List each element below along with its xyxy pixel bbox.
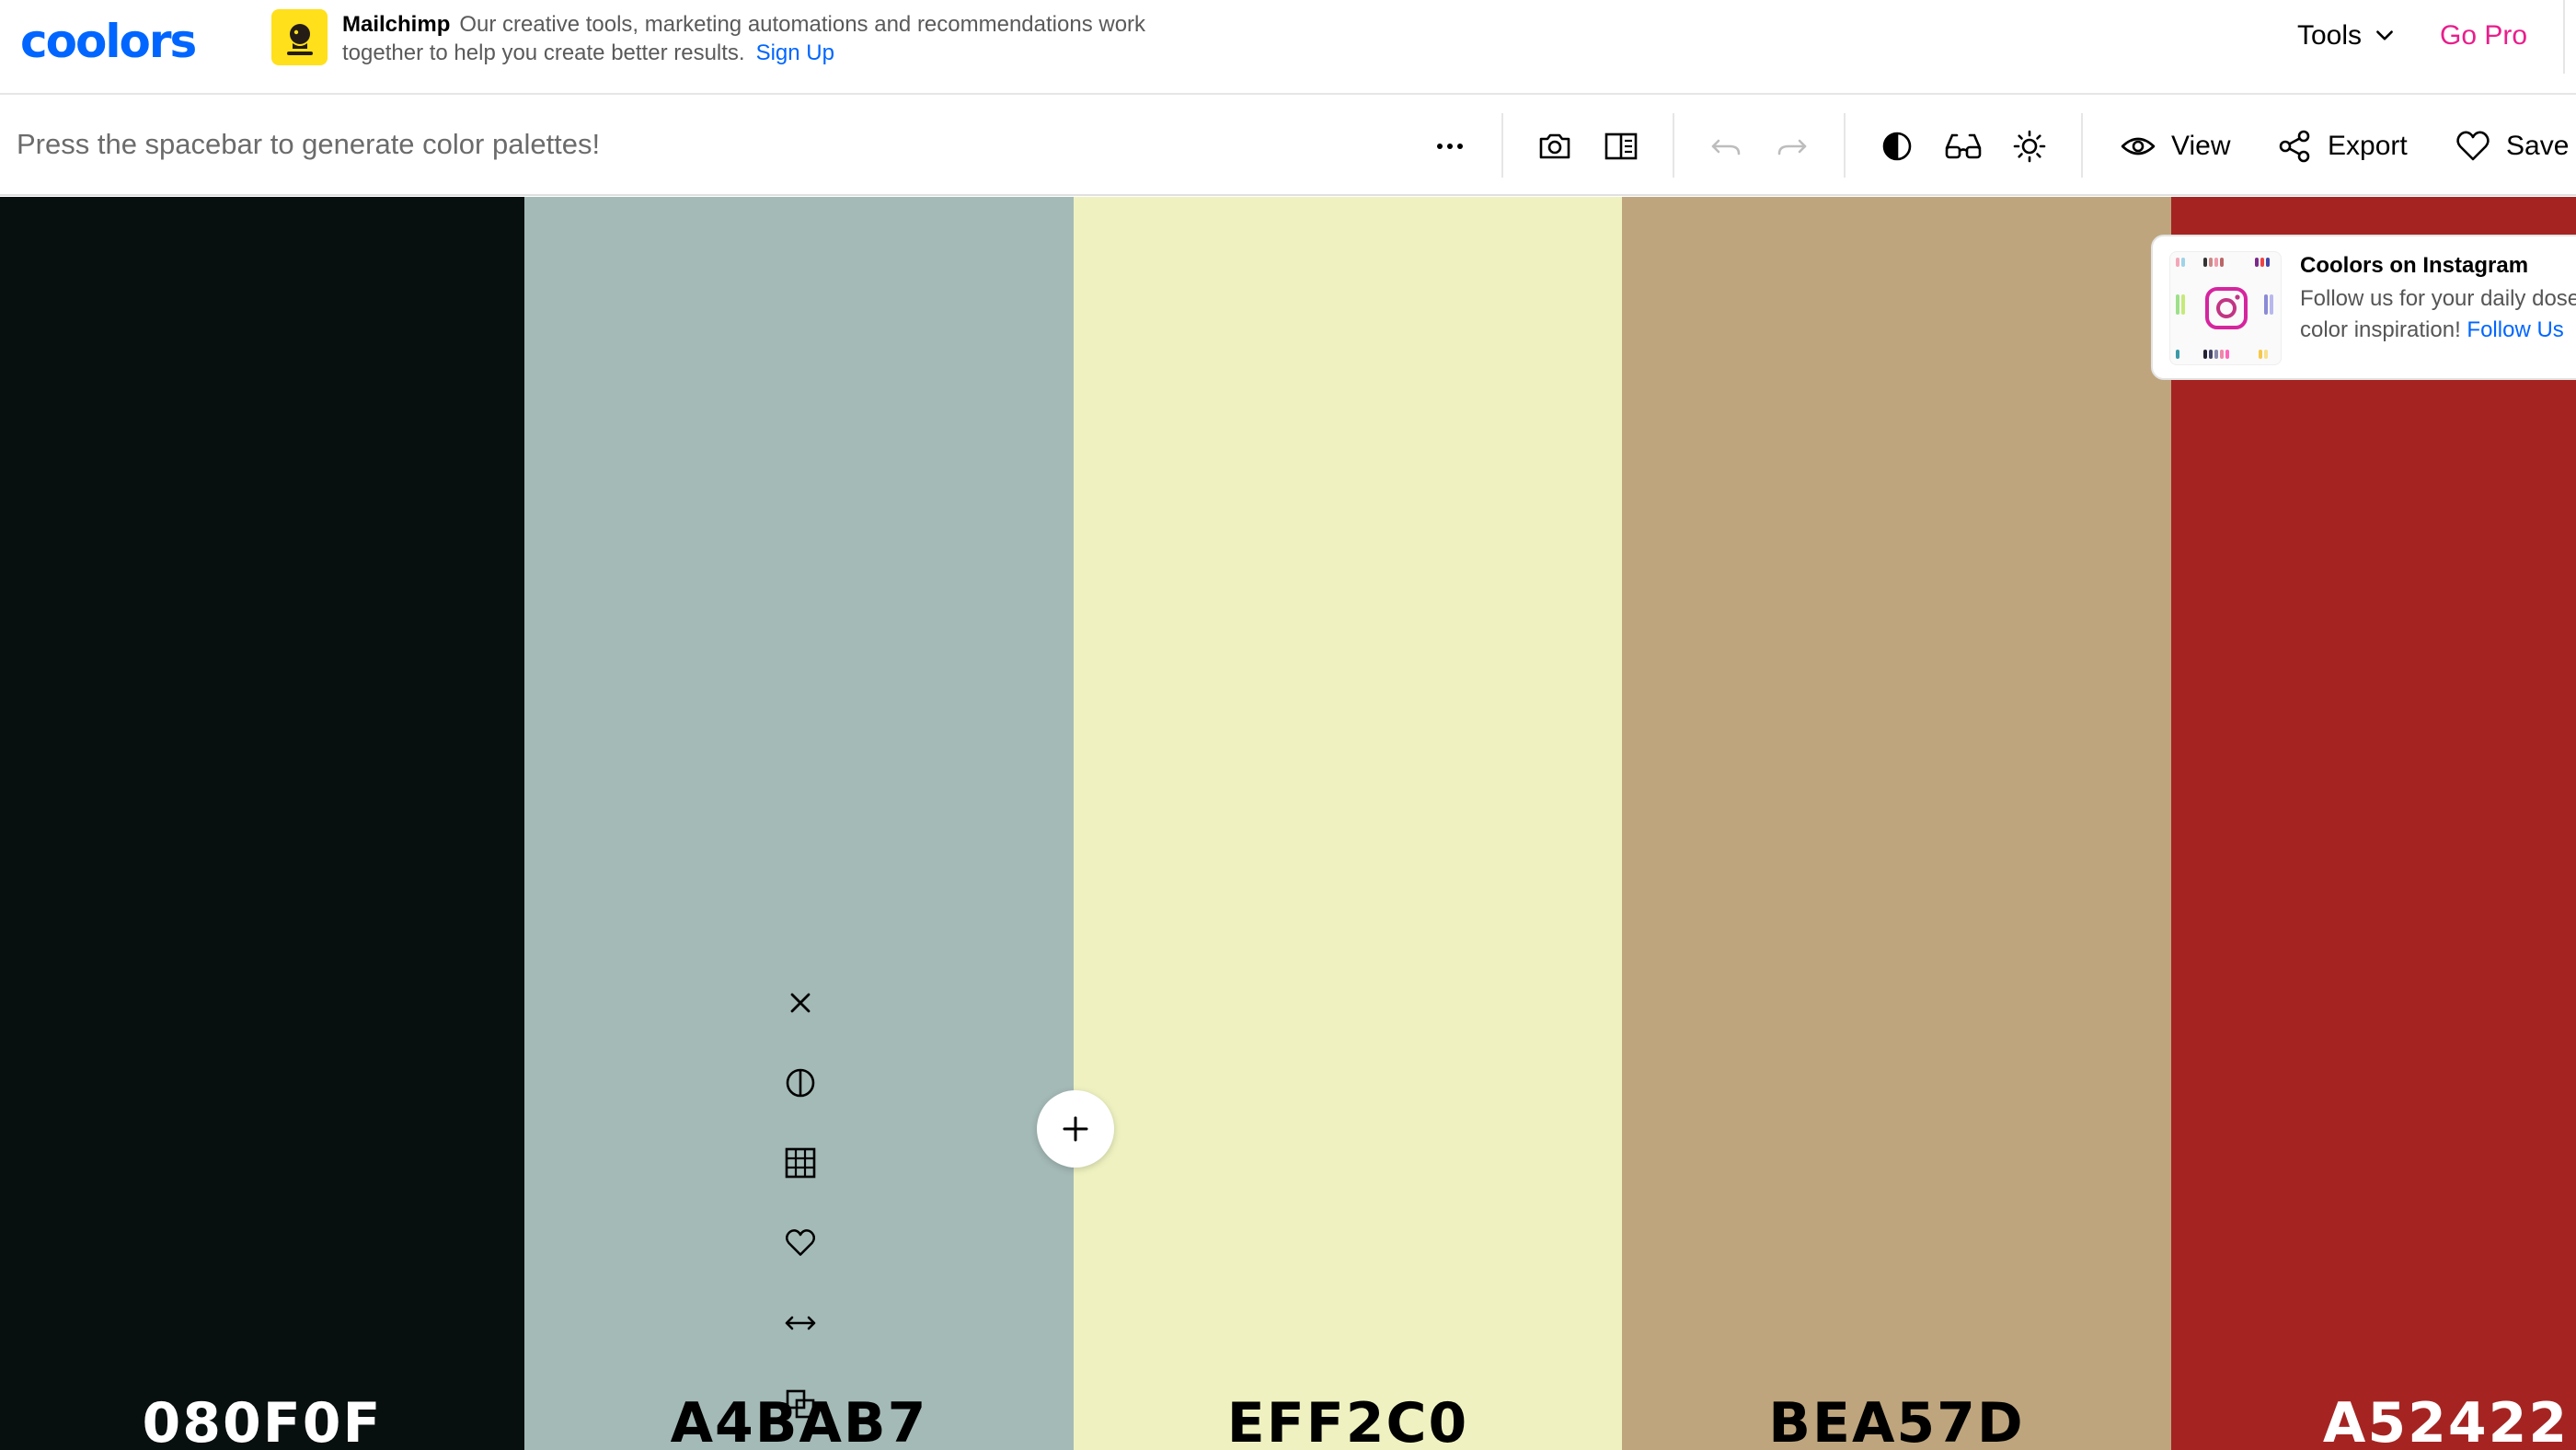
instagram-thumbnail xyxy=(2169,251,2282,365)
compare-button[interactable] xyxy=(1601,126,1641,167)
color-column[interactable]: BEA57D xyxy=(1622,197,2171,1450)
hex-code[interactable]: EFF2C0 xyxy=(1074,1391,1622,1450)
hex-code[interactable]: A52422 xyxy=(2171,1391,2576,1450)
hex-code[interactable]: 080F0F xyxy=(0,1391,524,1450)
redo-button[interactable] xyxy=(1772,126,1812,167)
toast-line: Follow us for your daily dose of xyxy=(2300,286,2576,311)
ad-signup-link[interactable]: Sign Up xyxy=(756,40,834,65)
view-shades-button[interactable] xyxy=(776,1059,824,1107)
color-grid-button[interactable] xyxy=(776,1139,824,1187)
color-palette: 080F0F A4BAB7 EFF2C0 BEA57D A52422 xyxy=(0,197,2576,1450)
toolbar-separator xyxy=(1673,113,1674,178)
tools-label: Tools xyxy=(2297,20,2363,51)
drag-handle[interactable] xyxy=(776,1299,824,1347)
ad-message: Mailchimp Our creative tools, marketing a… xyxy=(342,10,1207,67)
toolbar-separator xyxy=(2081,113,2083,178)
export-button[interactable]: Export xyxy=(2276,124,2408,168)
more-options-button[interactable] xyxy=(1430,126,1470,167)
undo-button[interactable] xyxy=(1706,126,1746,167)
theme-toggle-button[interactable] xyxy=(2009,126,2050,167)
compare-icon xyxy=(1604,132,1638,160)
contrast-icon xyxy=(786,1068,815,1098)
undo-icon xyxy=(1711,139,1741,155)
palette-toolbar: Press the spacebar to generate color pal… xyxy=(0,97,2576,196)
chevron-down-icon xyxy=(2376,30,2393,40)
eye-icon xyxy=(2121,137,2156,155)
drag-arrows-icon xyxy=(785,1316,816,1330)
toast-title: Coolors on Instagram xyxy=(2300,253,2529,278)
export-image-button[interactable] xyxy=(1535,126,1575,167)
redo-icon xyxy=(1777,139,1807,155)
toast-line-2: color inspiration! Follow Us xyxy=(2300,315,2576,346)
save-button[interactable]: Save xyxy=(2455,124,2569,168)
color-column[interactable]: 080F0F xyxy=(0,197,524,1450)
export-label: Export xyxy=(2328,131,2408,161)
share-icon xyxy=(2279,130,2310,163)
save-label: Save xyxy=(2506,131,2570,161)
remove-color-button[interactable] xyxy=(776,979,824,1027)
view-button[interactable]: View xyxy=(2120,124,2230,168)
camera-icon xyxy=(1539,133,1570,159)
toolbar-separator xyxy=(1844,113,1846,178)
top-header: coolors Mailchimp Our creative tools, mar… xyxy=(0,0,2576,95)
generate-hint: Press the spacebar to generate color pal… xyxy=(17,128,601,160)
favorite-color-button[interactable] xyxy=(776,1219,824,1267)
toast-line: color inspiration! xyxy=(2300,317,2461,342)
shades-grid-icon xyxy=(785,1147,816,1179)
follow-us-link[interactable]: Follow Us xyxy=(2467,317,2563,342)
coolors-logo[interactable]: coolors xyxy=(20,15,197,68)
view-label: View xyxy=(2171,131,2231,161)
color-column[interactable]: A52422 xyxy=(2171,197,2576,1450)
mailchimp-logo[interactable] xyxy=(271,9,328,65)
color-blindness-button[interactable] xyxy=(1943,126,1984,167)
tools-menu-button[interactable]: Tools xyxy=(2297,20,2397,52)
go-pro-link[interactable]: Go Pro xyxy=(2440,20,2527,52)
heart-icon xyxy=(2456,131,2490,161)
add-color-button[interactable] xyxy=(1037,1090,1114,1168)
hex-code[interactable]: BEA57D xyxy=(1622,1391,2171,1450)
close-icon xyxy=(790,993,811,1013)
header-divider xyxy=(2563,0,2565,74)
plus-icon xyxy=(1063,1116,1088,1142)
mailchimp-icon xyxy=(286,23,313,55)
toolbar-separator xyxy=(1501,113,1503,178)
ad-brand[interactable]: Mailchimp xyxy=(342,12,450,37)
contrast-icon xyxy=(1882,132,1912,161)
instagram-icon xyxy=(2176,258,2273,359)
copy-hex-button[interactable] xyxy=(776,1380,824,1428)
color-column[interactable]: EFF2C0 xyxy=(1074,197,1622,1450)
heart-icon xyxy=(785,1229,816,1256)
copy-icon xyxy=(786,1389,815,1419)
adjust-palette-button[interactable] xyxy=(1877,126,1917,167)
brightness-icon xyxy=(2013,130,2046,163)
toast-message: Follow us for your daily dose of color i… xyxy=(2300,283,2576,346)
more-icon xyxy=(1437,144,1463,149)
ad-body: Our creative tools, marketing automation… xyxy=(342,12,1146,65)
instagram-promo[interactable]: Coolors on Instagram Follow us for your … xyxy=(2151,235,2576,380)
glasses-icon xyxy=(1945,133,1982,159)
